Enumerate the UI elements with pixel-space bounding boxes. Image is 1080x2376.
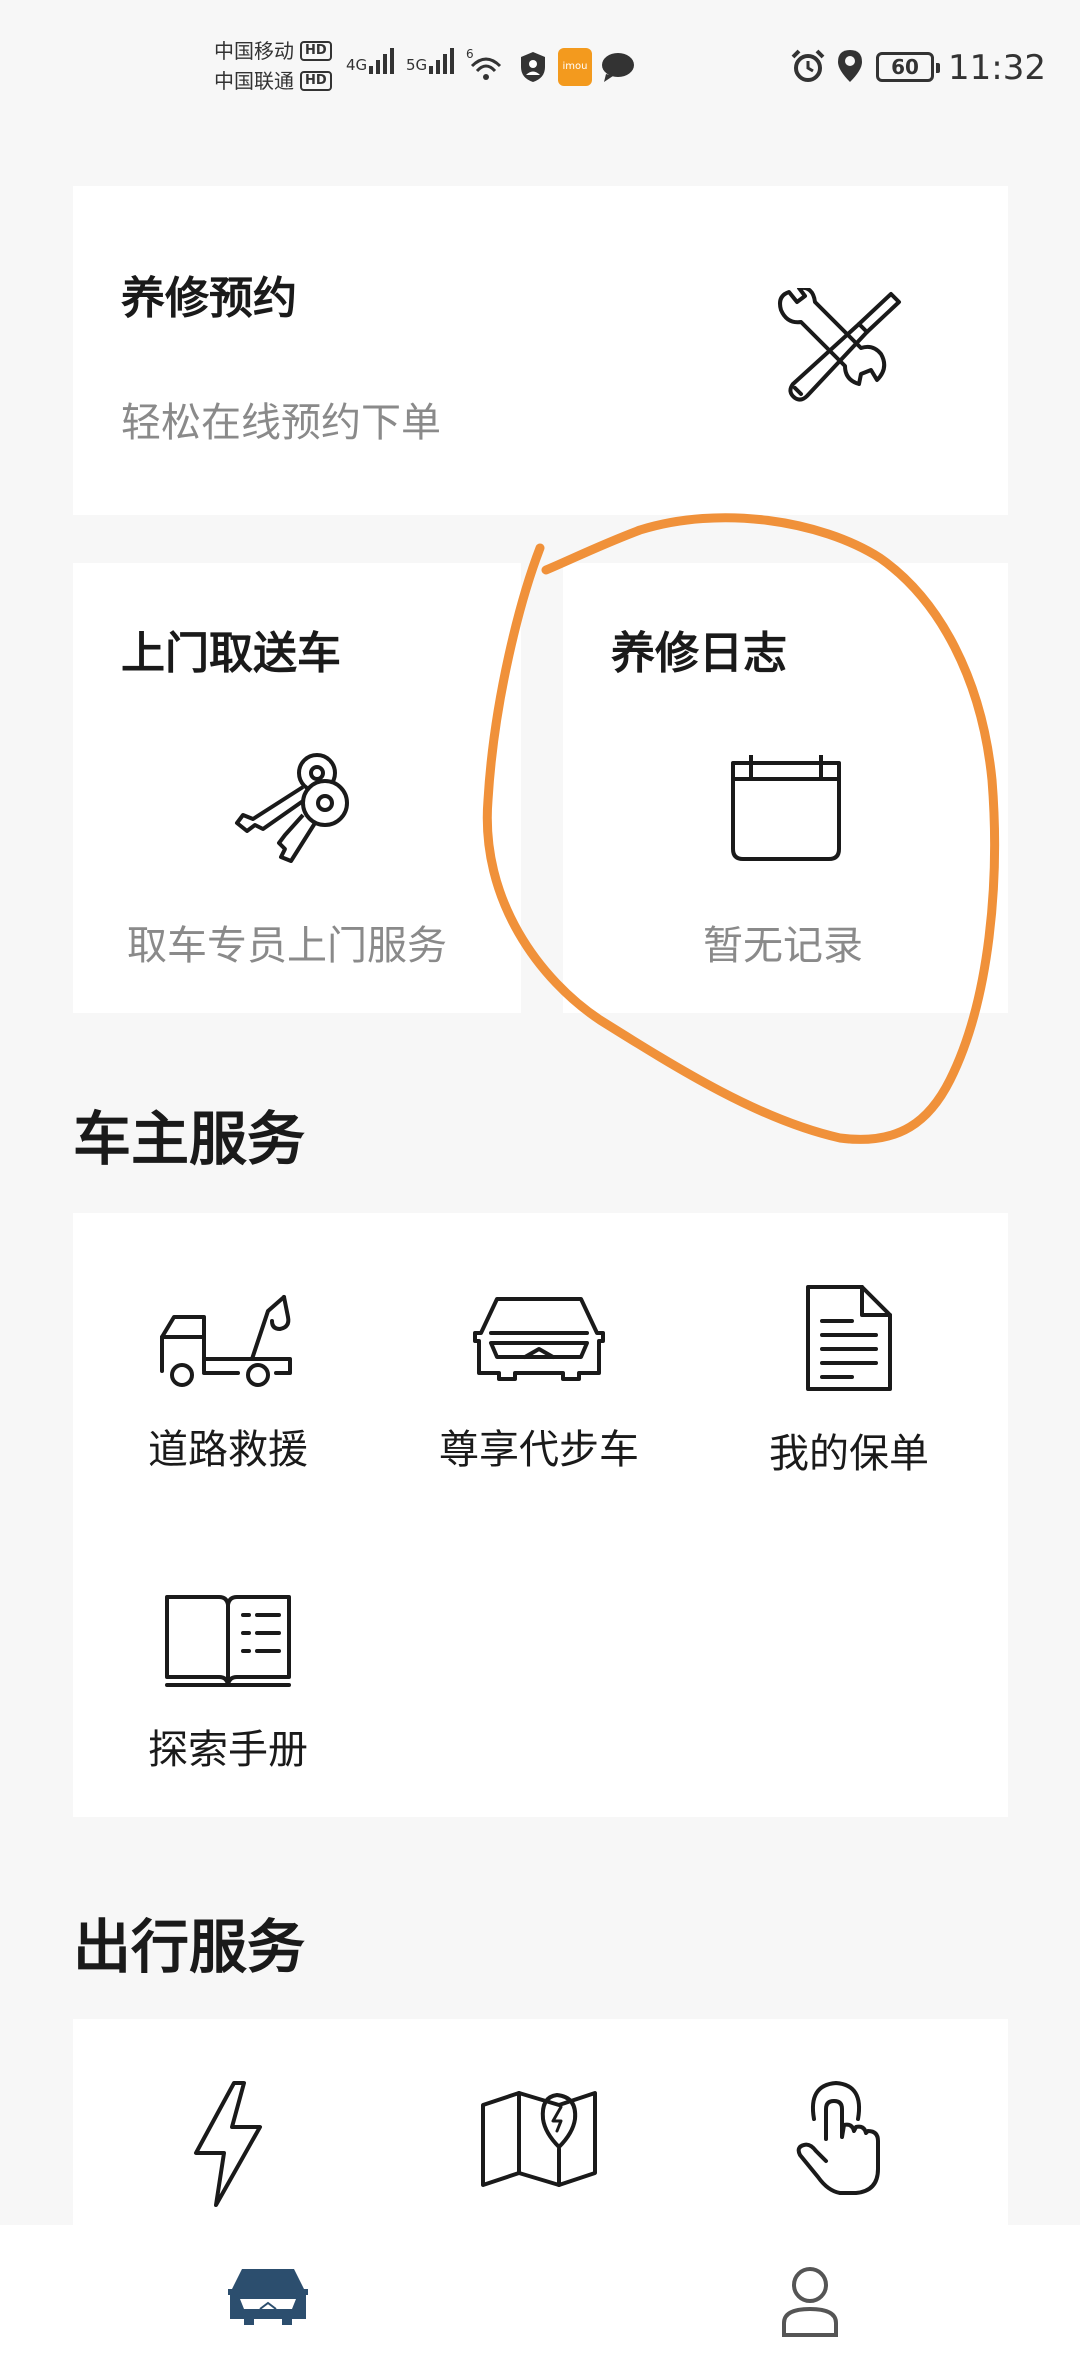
- calendar-icon: [731, 755, 841, 861]
- owner-services-card: 道路救援 尊享代步车 我的保单 探索手册: [73, 1213, 1008, 1817]
- service-item-road-rescue[interactable]: 道路救援: [108, 1293, 348, 1475]
- car-front-icon: [473, 1297, 605, 1381]
- message-icon: [602, 53, 634, 82]
- carrier-1: 中国移动: [214, 39, 294, 63]
- wifi-icon: 6: [466, 47, 502, 80]
- maintenance-booking-card[interactable]: 养修预约 轻松在线预约下单: [73, 186, 1008, 515]
- maintenance-log-card[interactable]: 养修日志 暂无记录: [563, 563, 1008, 1013]
- hd-badge: HD: [300, 41, 332, 61]
- map-charging-icon: [481, 2091, 597, 2187]
- signal-bars-icon: [369, 44, 395, 74]
- tow-truck-icon: [160, 1295, 292, 1387]
- service-label: 探索手册: [148, 1727, 308, 1773]
- maintenance-booking-title: 养修预约: [121, 273, 297, 324]
- status-bar: 中国移动 HD 中国联通 HD 4G 5G 6 imou 60 11:32: [0, 0, 1080, 130]
- signal-4g: 4G: [346, 44, 395, 74]
- shield-icon: [521, 52, 545, 82]
- pickup-delivery-card[interactable]: 上门取送车 取车专员上门服务: [73, 563, 521, 1013]
- maintenance-log-subtitle: 暂无记录: [703, 923, 863, 969]
- carrier-info: 中国移动 HD 中国联通 HD: [214, 36, 332, 96]
- document-icon: [806, 1285, 892, 1391]
- svg-text:6: 6: [466, 47, 474, 61]
- service-label: 道路救援: [148, 1427, 308, 1473]
- status-time: 11:32: [948, 48, 1046, 88]
- service-label: 尊享代步车: [439, 1427, 639, 1473]
- hd-badge: HD: [300, 71, 332, 91]
- pickup-delivery-subtitle: 取车专员上门服务: [127, 923, 447, 969]
- pickup-delivery-title: 上门取送车: [121, 628, 341, 679]
- travel-item-tap-service[interactable]: [729, 2079, 969, 2199]
- net-type-5g: 5G: [406, 56, 428, 74]
- travel-item-charging[interactable]: [108, 2079, 348, 2209]
- imou-app-icon: imou: [558, 48, 592, 86]
- travel-item-charging-map[interactable]: [419, 2089, 659, 2189]
- net-type-4g: 4G: [346, 56, 368, 74]
- service-item-loaner-car[interactable]: 尊享代步车: [419, 1293, 659, 1475]
- location-icon: [838, 50, 862, 82]
- lightning-icon: [194, 2081, 262, 2207]
- wrench-screwdriver-icon: [778, 288, 901, 402]
- tap-hand-icon: [796, 2081, 880, 2195]
- manual-book-icon: [165, 1595, 291, 1687]
- service-label: 我的保单: [769, 1431, 929, 1477]
- signal-bars-icon: [429, 44, 455, 74]
- carrier-2: 中国联通: [214, 69, 294, 93]
- service-item-explore-manual[interactable]: 探索手册: [108, 1593, 348, 1775]
- signal-5g: 5G: [406, 44, 455, 74]
- nav-profile-icon[interactable]: [780, 2265, 840, 2337]
- keys-icon: [235, 753, 349, 863]
- owner-services-title: 车主服务: [73, 1105, 306, 1173]
- alarm-icon: [791, 49, 825, 82]
- battery-indicator: 60: [876, 52, 940, 82]
- service-item-my-policy[interactable]: 我的保单: [729, 1283, 969, 1479]
- bottom-nav: [0, 2225, 1080, 2376]
- maintenance-booking-subtitle: 轻松在线预约下单: [121, 400, 441, 446]
- maintenance-log-title: 养修日志: [611, 628, 787, 679]
- nav-car-icon[interactable]: [226, 2265, 310, 2329]
- travel-services-title: 出行服务: [73, 1913, 306, 1981]
